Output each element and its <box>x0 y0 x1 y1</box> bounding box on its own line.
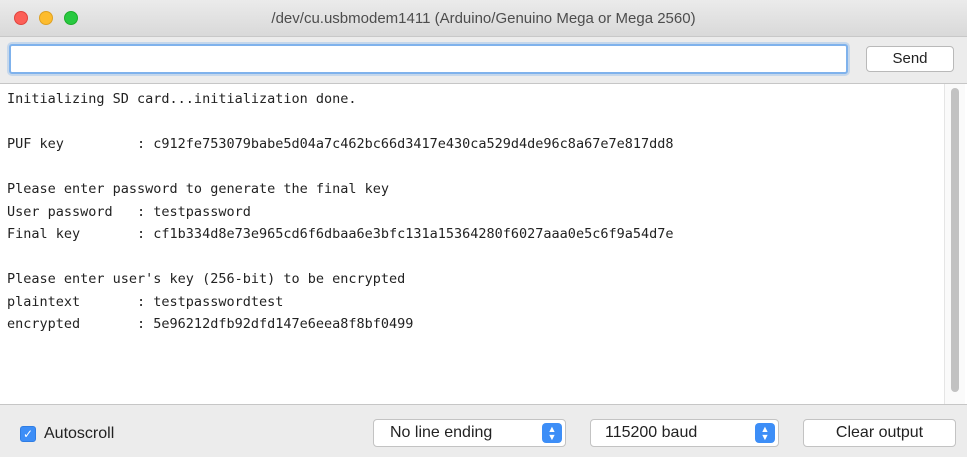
output-text: Initializing SD card...initialization do… <box>7 88 937 381</box>
output-line: plaintext : testpasswordtest <box>7 293 284 310</box>
line-ending-select[interactable]: No line ending ▲ ▼ <box>373 419 566 447</box>
up-down-arrows-icon: ▲ ▼ <box>755 423 775 443</box>
output-line: Please enter user's key (256-bit) to be … <box>7 271 406 287</box>
vertical-scrollbar[interactable] <box>944 84 965 404</box>
output-line: PUF key : c912fe753079babe5d04a7c462bc66… <box>7 136 674 152</box>
up-down-arrows-icon: ▲ ▼ <box>542 423 562 443</box>
serial-input[interactable] <box>9 44 848 74</box>
serial-monitor-window: /dev/cu.usbmodem1411 (Arduino/Genuino Me… <box>0 0 967 457</box>
line-ending-value: No line ending <box>390 424 493 441</box>
clear-output-button[interactable]: Clear output <box>803 419 956 447</box>
output-line: Please enter password to generate the fi… <box>7 181 390 197</box>
output-line: User password : testpassword <box>7 203 251 220</box>
autoscroll-label: Autoscroll <box>44 425 115 442</box>
bottom-toolbar: ✓ Autoscroll No line ending ▲ ▼ 115200 ba… <box>0 405 967 457</box>
check-icon[interactable]: ✓ <box>20 426 36 442</box>
output-line: Initializing SD card...initialization do… <box>7 91 357 107</box>
send-button[interactable]: Send <box>866 46 954 72</box>
send-row: Send <box>0 37 967 83</box>
title-bar[interactable]: /dev/cu.usbmodem1411 (Arduino/Genuino Me… <box>0 0 967 37</box>
scrollbar-thumb[interactable] <box>951 88 959 392</box>
window-title: /dev/cu.usbmodem1411 (Arduino/Genuino Me… <box>271 10 696 27</box>
output-line: encrypted : 5e96212dfb92dfd147e6eea8f8bf… <box>7 316 414 332</box>
baud-rate-select[interactable]: 115200 baud ▲ ▼ <box>590 419 779 447</box>
output-line: Final key : cf1b334d8e73e965cd6f6dbaa6e3… <box>7 226 674 242</box>
serial-output[interactable]: Initializing SD card...initialization do… <box>0 83 967 405</box>
baud-rate-value: 115200 baud <box>605 424 698 441</box>
